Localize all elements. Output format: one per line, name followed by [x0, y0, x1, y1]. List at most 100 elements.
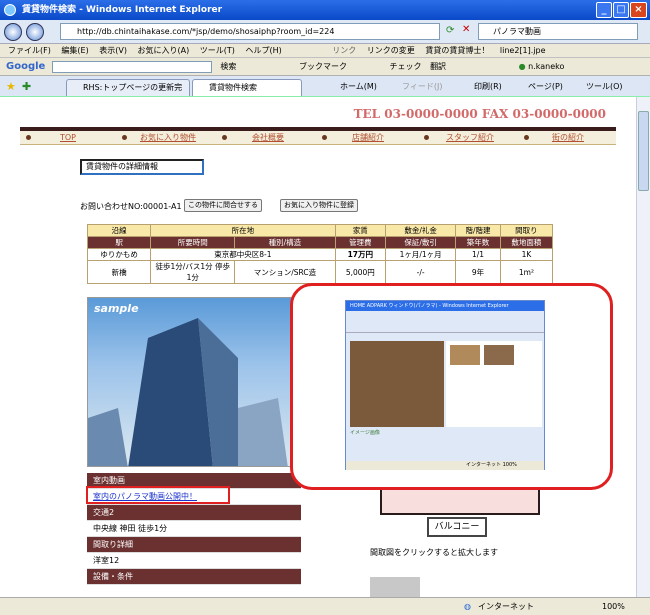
page-viewport: TEL 03-0000-0000 FAX 03-0000-0000 TOP お気… — [0, 97, 636, 597]
vertical-scrollbar[interactable] — [636, 97, 650, 597]
nav-company[interactable]: 会社概要 — [252, 131, 284, 145]
table-header: 管理費 — [334, 236, 387, 249]
table-header: 沿線 — [86, 224, 152, 237]
menu-tools[interactable]: ツール(T) — [200, 46, 235, 55]
floor-plan-caption: 間取図をクリックすると拡大します — [370, 548, 498, 557]
translate-button[interactable]: 翻訳 — [430, 62, 446, 71]
popup-toolbar — [346, 311, 544, 333]
status-zone: インターネット — [478, 602, 534, 611]
url-input[interactable]: http://db.chintaihakase.com/*jsp/demo/sh… — [60, 23, 440, 40]
table-header: 所在地 — [150, 224, 336, 237]
link-item[interactable]: 賃貸の賃貸博士！ — [425, 46, 489, 55]
add-favorite-button[interactable]: お気に入り物件に登録 — [280, 199, 358, 212]
nav-bullet-icon — [222, 135, 227, 140]
user-name[interactable]: n.kaneko — [528, 62, 564, 71]
user-icon: ● — [518, 62, 526, 71]
building-illustration — [88, 318, 288, 466]
close-button[interactable]: × — [630, 2, 647, 18]
sidebar-heading: 間取り詳細 — [87, 537, 301, 553]
property-photo[interactable]: sample — [87, 297, 301, 467]
table-cell: 徒歩1分/バス1分 停歩1分 — [150, 260, 236, 284]
window-title: 賃貸物件検索 - Windows Internet Explorer — [22, 5, 223, 15]
table-header: 間取り — [499, 224, 554, 237]
home-button[interactable]: ホーム(M) — [340, 81, 377, 92]
popup-thumb[interactable] — [484, 345, 514, 365]
web-page: TEL 03-0000-0000 FAX 03-0000-0000 TOP お気… — [20, 97, 616, 597]
link-item[interactable]: line2[1].jpe — [500, 46, 546, 55]
menu-bar: ファイル(F) 編集(E) 表示(V) お気に入り(A) ツール(T) ヘルプ(… — [0, 44, 650, 58]
tab-label: 賃貸物件検索 — [209, 83, 257, 92]
tab-bar: ★ ✚ RHS:トップページの更新完了 賃貸物件検索 ホーム(M) フィード(J… — [0, 76, 650, 108]
table-cell: マンション/SRC造 — [234, 260, 336, 284]
menu-file[interactable]: ファイル(F) — [8, 46, 51, 55]
search-input[interactable]: パノラマ動画 — [478, 23, 638, 40]
ie-logo-icon — [4, 4, 16, 16]
popup-title: HOME ADPARK ウィンドウ(パノラマ) - Windows Intern… — [346, 301, 544, 311]
scroll-thumb[interactable] — [638, 111, 649, 191]
popup-window: HOME ADPARK ウィンドウ(パノラマ) - Windows Intern… — [345, 300, 545, 470]
links-label: リンク — [332, 46, 357, 55]
popup-thumb[interactable] — [450, 345, 480, 365]
table-header: 築年数 — [455, 236, 501, 249]
nav-stores[interactable]: 店舗紹介 — [352, 131, 384, 145]
popup-status-zone: インターネット — [466, 462, 502, 468]
favorites-star-icon[interactable]: ★ — [6, 80, 16, 93]
nav-bullet-icon — [524, 135, 529, 140]
table-cell: 17万円 — [334, 248, 387, 261]
table-header: 敷金/礼金 — [385, 224, 457, 237]
table-cell: 1m² — [499, 260, 554, 284]
nav-town[interactable]: 街の紹介 — [552, 131, 584, 145]
google-toolbar: Google 検索 ブックマーク チェック 翻訳 ● n.kaneko — [0, 58, 650, 76]
maximize-button[interactable]: □ — [613, 2, 629, 18]
popup-zoom: 100% — [502, 462, 517, 468]
tab-rhs[interactable]: RHS:トップページの更新完了 — [66, 79, 190, 108]
sidebar-value: 洋室12 — [87, 553, 301, 569]
address-bar: http://db.chintaihakase.com/*jsp/demo/sh… — [0, 20, 650, 44]
nav-top[interactable]: TOP — [60, 131, 76, 145]
status-bar: ◍ インターネット 100% — [0, 597, 650, 615]
table-cell: 1K — [499, 248, 554, 261]
menu-view[interactable]: 表示(V) — [99, 46, 127, 55]
menu-help[interactable]: ヘルプ(H) — [245, 46, 281, 55]
table-header: 種別/構造 — [234, 236, 336, 249]
check-button[interactable]: チェック — [390, 62, 422, 71]
stop-icon[interactable]: ✕ — [462, 24, 470, 35]
tab-active[interactable]: 賃貸物件検索 — [192, 79, 302, 96]
table-cell: ゆりかもめ — [86, 248, 152, 261]
refresh-icon[interactable]: ⟳ — [446, 25, 454, 36]
link-item[interactable]: リンクの変更 — [367, 46, 415, 55]
site-nav: TOP お気に入り物件 会社概要 店舗紹介 スタッフ紹介 街の紹介 — [20, 131, 616, 145]
add-favorite-icon[interactable]: ✚ — [22, 80, 31, 93]
google-search-input[interactable] — [51, 60, 212, 73]
nav-favorites[interactable]: お気に入り物件 — [140, 131, 196, 145]
table-header: 敷地面積 — [499, 236, 554, 249]
menu-favorites[interactable]: お気に入り(A) — [138, 46, 190, 55]
nav-bullet-icon — [322, 135, 327, 140]
feed-button[interactable]: フィード(J) — [402, 81, 442, 92]
window-titlebar: 賃貸物件検索 - Windows Internet Explorer _ □ × — [0, 0, 650, 20]
bookmarks-button[interactable]: ブックマーク — [299, 62, 347, 71]
table-header: 駅 — [86, 236, 152, 249]
back-button[interactable] — [4, 23, 22, 41]
forward-button[interactable] — [26, 23, 44, 41]
tools-button[interactable]: ツール(O) — [586, 81, 623, 92]
table-header: 保証/敷引 — [385, 236, 457, 249]
print-button[interactable]: 印刷(R) — [474, 81, 502, 92]
page-button[interactable]: ページ(P) — [528, 81, 563, 92]
popup-room-image[interactable] — [350, 341, 444, 427]
highlight-box — [86, 486, 230, 504]
thumbnail-image[interactable] — [370, 577, 420, 597]
popup-status: インターネット 100% — [346, 461, 544, 470]
google-search-button[interactable]: 検索 — [220, 62, 236, 71]
table-header: 所要時間 — [150, 236, 236, 249]
table-cell: 1/1 — [455, 248, 501, 261]
minimize-button[interactable]: _ — [596, 2, 612, 18]
zoom-level[interactable]: 100% — [602, 598, 625, 615]
balcony-label: バルコニー — [427, 517, 487, 537]
menu-edit[interactable]: 編集(E) — [61, 46, 88, 55]
nav-bullet-icon — [122, 135, 127, 140]
table-cell: 1ヶ月/1ヶ月 — [385, 248, 457, 261]
table-header: 階/階建 — [455, 224, 501, 237]
inquire-button[interactable]: この物件に問合せする — [184, 199, 262, 212]
nav-staff[interactable]: スタッフ紹介 — [446, 131, 494, 145]
